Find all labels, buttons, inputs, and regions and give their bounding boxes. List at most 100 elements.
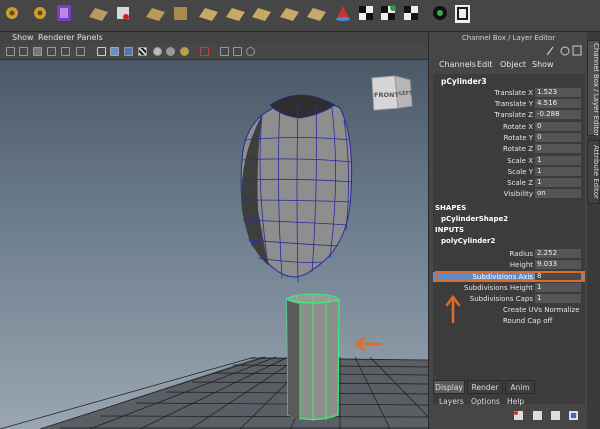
shelf-icon-5[interactable] bbox=[117, 7, 129, 20]
attr-row[interactable]: Radius 2.252 bbox=[433, 249, 585, 259]
light-icon-2[interactable] bbox=[166, 47, 175, 56]
shelf-icon-2[interactable] bbox=[34, 7, 46, 19]
shade-all-icon[interactable] bbox=[124, 47, 133, 56]
share-icon[interactable] bbox=[246, 47, 255, 56]
menu-renderer[interactable]: Renderer bbox=[38, 33, 75, 42]
view-cube-left-label: LEFT bbox=[399, 91, 413, 97]
attr-value[interactable]: 1 bbox=[535, 156, 581, 165]
layer-button-3[interactable] bbox=[551, 411, 560, 420]
object-name[interactable]: pCylinder3 bbox=[441, 77, 487, 86]
input-node-name[interactable]: polyCylinder2 bbox=[441, 237, 495, 245]
menu-layers[interactable]: Layers bbox=[439, 397, 464, 406]
tab-channel-box-layer-editor[interactable]: Channel Box / Layer Editor bbox=[587, 40, 600, 136]
attr-value[interactable]: 0 bbox=[535, 144, 581, 153]
attr-row[interactable]: Translate Z -0.288 bbox=[433, 110, 585, 120]
attr-label: Radius bbox=[509, 250, 533, 258]
shelf-icon-16[interactable] bbox=[404, 6, 418, 20]
attr-value[interactable]: 1.523 bbox=[535, 88, 581, 97]
layer-button-1[interactable] bbox=[514, 411, 523, 420]
tab-label: Channel Box / Layer Editor bbox=[592, 43, 600, 137]
tool-icon-2[interactable] bbox=[19, 47, 28, 56]
channel-box-icons bbox=[543, 45, 583, 59]
xray-icon[interactable] bbox=[200, 47, 209, 56]
tool-icon-7[interactable] bbox=[220, 47, 229, 56]
attr-row[interactable]: Scale Z 1 bbox=[433, 178, 585, 188]
attr-value[interactable]: 0 bbox=[535, 133, 581, 142]
menu-object[interactable]: Object bbox=[500, 60, 526, 69]
attr-row[interactable]: Rotate Z 0 bbox=[433, 144, 585, 154]
attr-value[interactable]: 1 bbox=[535, 178, 581, 187]
shelf-icon-17[interactable] bbox=[433, 6, 447, 20]
menu-channels[interactable]: Channels bbox=[439, 60, 476, 69]
shelf-icon-15[interactable] bbox=[381, 5, 396, 20]
light-icon-3[interactable] bbox=[180, 47, 189, 56]
shelf-icon-12[interactable] bbox=[307, 8, 326, 21]
shelf-icon-1[interactable] bbox=[6, 7, 18, 19]
menu-panels[interactable]: Panels bbox=[77, 33, 103, 42]
shapes-header: SHAPES bbox=[435, 204, 467, 212]
tab-display[interactable]: Display bbox=[433, 380, 465, 394]
attr-row[interactable]: Rotate Y 0 bbox=[433, 133, 585, 143]
shelf-icon-18[interactable] bbox=[455, 5, 470, 23]
attr-row[interactable]: Height 9.033 bbox=[433, 260, 585, 270]
tab-anim[interactable]: Anim bbox=[505, 380, 535, 394]
attr-value[interactable]: 9.033 bbox=[535, 260, 581, 269]
attr-value[interactable]: 1 bbox=[535, 167, 581, 176]
menu-show-cb[interactable]: Show bbox=[532, 60, 554, 69]
round-cap-row[interactable]: Round Cap off bbox=[503, 317, 552, 325]
tab-attribute-editor[interactable]: Attribute Editor bbox=[587, 140, 600, 204]
tab-label: Attribute Editor bbox=[592, 145, 600, 199]
layer-buttons bbox=[514, 411, 578, 420]
shelf-icon-4[interactable] bbox=[89, 8, 108, 21]
menu-show[interactable]: Show bbox=[12, 33, 34, 42]
menu-options[interactable]: Options bbox=[471, 397, 500, 406]
cylinder-mesh-selected[interactable] bbox=[286, 293, 340, 421]
shape-name[interactable]: pCylinderShape2 bbox=[441, 215, 508, 223]
tool-icon-6[interactable] bbox=[76, 47, 85, 56]
attr-value[interactable]: 1 bbox=[535, 283, 581, 292]
tool-icon-3[interactable] bbox=[33, 47, 42, 56]
attr-value[interactable]: 2.252 bbox=[535, 249, 581, 258]
shelf-icon-9[interactable] bbox=[226, 8, 245, 21]
viewport-scene bbox=[0, 75, 428, 429]
shelf-icon-13[interactable] bbox=[336, 6, 350, 21]
annotation-arrow-up bbox=[445, 294, 461, 324]
shelf-icon-14[interactable] bbox=[359, 6, 373, 20]
menu-edit[interactable]: Edit bbox=[477, 60, 493, 69]
3d-viewport[interactable]: FRONT LEFT bbox=[0, 60, 428, 429]
shelf-icon-6[interactable] bbox=[146, 8, 165, 21]
attr-row[interactable]: Translate X 1.523 bbox=[433, 88, 585, 98]
attr-label: Visibility bbox=[503, 190, 533, 198]
shelf-icon-7[interactable] bbox=[174, 7, 187, 20]
panel-toggle-icons[interactable] bbox=[543, 45, 583, 57]
menu-help[interactable]: Help bbox=[507, 397, 524, 406]
tool-icon-1[interactable] bbox=[6, 47, 15, 56]
attr-value[interactable]: 0 bbox=[535, 122, 581, 131]
head-mesh[interactable] bbox=[240, 94, 353, 283]
attr-row[interactable]: Scale X 1 bbox=[433, 156, 585, 166]
attr-value[interactable]: 4.516 bbox=[535, 99, 581, 108]
attr-row[interactable]: Translate Y 4.516 bbox=[433, 99, 585, 109]
tool-icon-4[interactable] bbox=[47, 47, 56, 56]
shelf-icon-11[interactable] bbox=[280, 8, 299, 21]
layer-editor-tabs: Display Render Anim bbox=[433, 380, 588, 394]
shelf-icon-8[interactable] bbox=[199, 8, 218, 21]
tool-icon-8[interactable] bbox=[233, 47, 242, 56]
shelf-icon-10[interactable] bbox=[252, 8, 271, 21]
attr-value[interactable]: on bbox=[535, 189, 581, 198]
light-icon-1[interactable] bbox=[153, 47, 162, 56]
attr-row[interactable]: Scale Y 1 bbox=[433, 167, 585, 177]
attr-label: Rotate X bbox=[503, 123, 533, 131]
layer-button-4[interactable] bbox=[569, 411, 578, 420]
wireframe-icon[interactable] bbox=[97, 47, 106, 56]
texture-icon[interactable] bbox=[138, 47, 147, 56]
attr-value[interactable]: -0.288 bbox=[535, 110, 581, 119]
layer-button-2[interactable] bbox=[533, 411, 542, 420]
attr-row[interactable]: Visibility on bbox=[433, 189, 585, 199]
tool-icon-5[interactable] bbox=[61, 47, 70, 56]
tab-render[interactable]: Render bbox=[467, 380, 503, 394]
shelf-icon-3[interactable] bbox=[57, 5, 71, 21]
attr-value[interactable]: 1 bbox=[535, 294, 581, 303]
attr-row[interactable]: Rotate X 0 bbox=[433, 122, 585, 132]
smooth-shade-icon[interactable] bbox=[110, 47, 119, 56]
